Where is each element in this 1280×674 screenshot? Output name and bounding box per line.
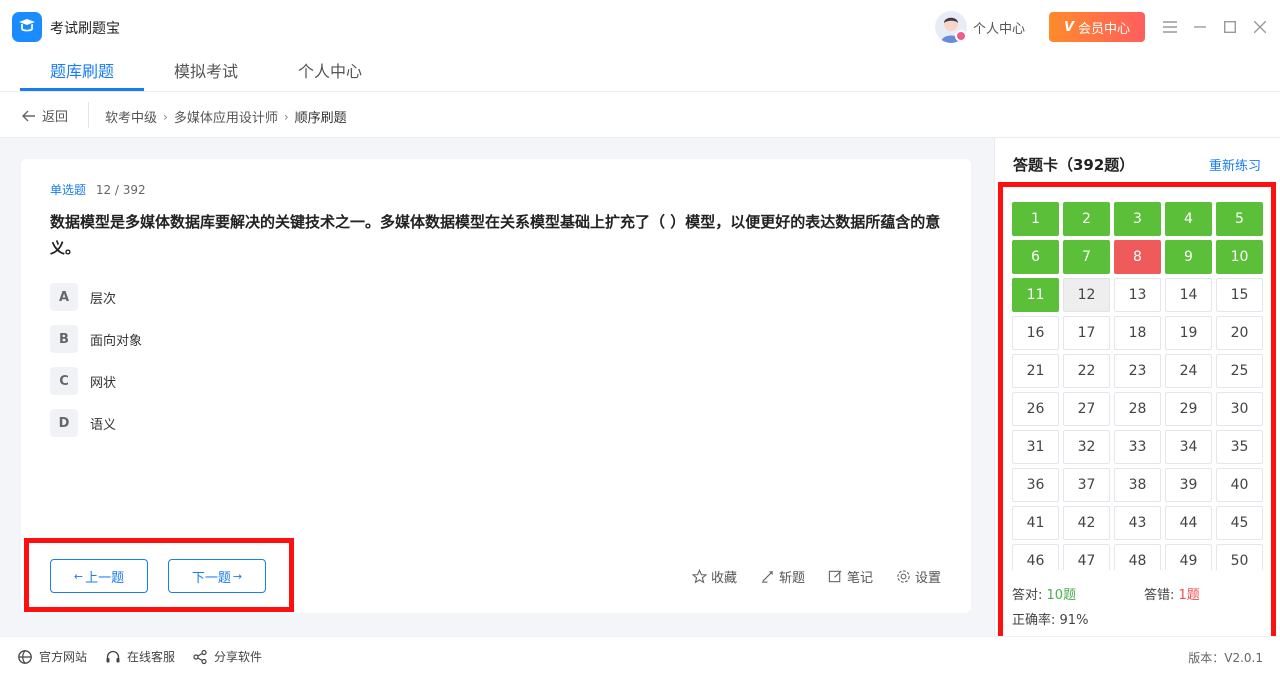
minimize-icon[interactable] [1190, 17, 1210, 37]
option-letter: D [50, 409, 78, 437]
personal-center-link[interactable]: 个人中心 [973, 18, 1025, 37]
active-tab-indicator [20, 88, 144, 91]
option-text: 网状 [90, 375, 117, 391]
option-text: 层次 [90, 291, 117, 307]
breadcrumb-current: 顺序刷题 [294, 111, 347, 126]
breadcrumb-item[interactable]: 多媒体应用设计师 [174, 107, 278, 126]
online-support-link[interactable]: 在线客服 [105, 648, 175, 665]
skip-label: 斩题 [779, 571, 806, 586]
vip-center-label: 会员中心 [1078, 21, 1131, 37]
note-button[interactable]: 笔记 [828, 567, 873, 586]
verified-badge-icon [955, 30, 967, 42]
note-label: 笔记 [847, 571, 874, 586]
vip-center-button[interactable]: V 会员中心 [1049, 12, 1145, 42]
option-letter: B [50, 325, 78, 353]
chevron-right-icon: › [163, 109, 168, 124]
breadcrumb: 软考中级 › 多媒体应用设计师 › 顺序刷题 [105, 107, 347, 127]
tab-mock-exam[interactable]: 模拟考试 [174, 58, 238, 82]
annotation-highlight-nav [24, 538, 294, 612]
annotation-highlight-answer-card [998, 182, 1276, 646]
official-website-link[interactable]: 官方网站 [17, 648, 87, 665]
favorite-label: 收藏 [711, 571, 738, 586]
breadcrumb-bar: 返回 软考中级 › 多媒体应用设计师 › 顺序刷题 [0, 92, 1280, 138]
option-text: 语义 [90, 417, 117, 433]
option-letter: C [50, 367, 78, 395]
star-icon [692, 569, 707, 584]
back-button[interactable]: 返回 [22, 106, 68, 125]
vip-v-icon: V [1063, 19, 1075, 35]
divider [88, 102, 89, 128]
scissors-icon [761, 571, 773, 583]
option-a[interactable]: A 层次 [50, 283, 116, 311]
maximize-icon[interactable] [1220, 17, 1240, 37]
question-progress: 12 / 392 [95, 183, 146, 197]
option-text: 面向对象 [90, 333, 143, 349]
tab-personal-center[interactable]: 个人中心 [298, 58, 362, 82]
globe-icon [18, 649, 32, 664]
restart-practice-link[interactable]: 重新练习 [1209, 155, 1261, 174]
favorite-button[interactable]: 收藏 [692, 567, 737, 586]
share-icon [193, 649, 207, 664]
share-software-link[interactable]: 分享软件 [192, 648, 262, 665]
share-label: 分享软件 [214, 650, 263, 664]
option-b[interactable]: B 面向对象 [50, 325, 142, 353]
menu-icon[interactable] [1160, 17, 1180, 37]
close-icon[interactable] [1250, 17, 1270, 37]
settings-label: 设置 [915, 571, 942, 586]
skip-button[interactable]: 斩题 [760, 567, 805, 586]
headset-icon [106, 650, 120, 662]
app-title: 考试刷题宝 [50, 21, 120, 37]
question-type: 单选题 [50, 183, 87, 197]
settings-button[interactable]: 设置 [896, 567, 941, 586]
app-logo-icon [12, 12, 42, 42]
option-c[interactable]: C 网状 [50, 367, 116, 395]
answer-card-title: 答题卡（392题） [1013, 156, 1135, 174]
question-text: 数据模型是多媒体数据库要解决的关键技术之一。多媒体数据模型在关系模型基础上扩充了… [50, 213, 941, 257]
footer: 官方网站 在线客服 分享软件 版本：V2.0.1 [0, 636, 1280, 674]
support-label: 在线客服 [127, 650, 176, 664]
option-d[interactable]: D 语义 [50, 409, 116, 437]
version-label: 版本：V2.0.1 [1188, 651, 1263, 665]
arrow-left-icon [22, 110, 35, 121]
title-bar: 考试刷题宝 个人中心 V 会员中心 [0, 0, 1280, 54]
question-meta: 单选题 12 / 392 [50, 181, 146, 198]
tab-question-bank[interactable]: 题库刷题 [50, 58, 114, 82]
edit-icon [828, 570, 842, 583]
breadcrumb-item[interactable]: 软考中级 [105, 107, 157, 126]
main-tabs: 题库刷题 模拟考试 个人中心 [0, 54, 1280, 92]
website-label: 官方网站 [39, 650, 88, 664]
back-label: 返回 [42, 110, 69, 125]
chevron-right-icon: › [283, 109, 289, 124]
gear-icon [897, 570, 910, 583]
option-letter: A [50, 283, 78, 311]
